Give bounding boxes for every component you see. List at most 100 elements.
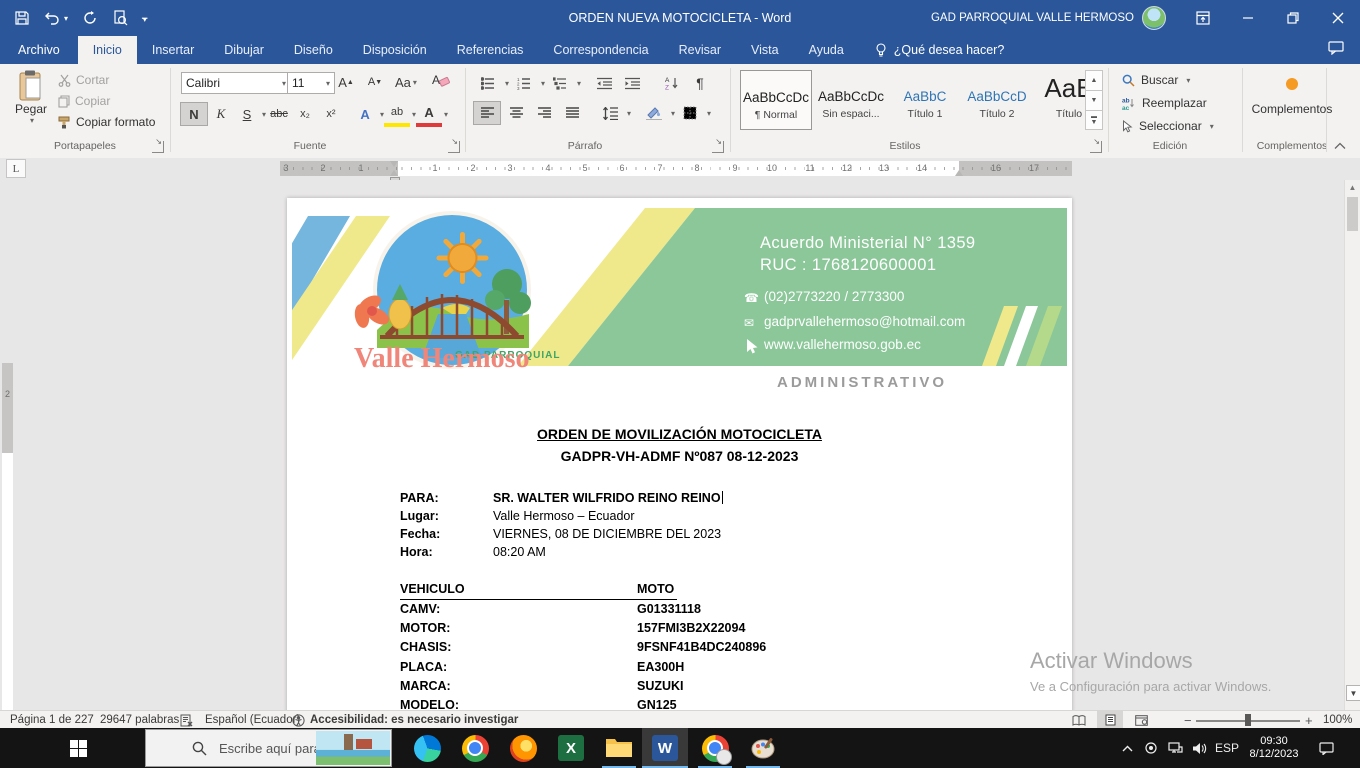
- taskbar-file-explorer[interactable]: [596, 728, 642, 768]
- redo-button[interactable]: [82, 10, 98, 26]
- page-indicator[interactable]: Página 1 de 227: [10, 711, 94, 729]
- paste-button[interactable]: Pegar ▾: [10, 70, 52, 125]
- collapse-ribbon-icon[interactable]: [1334, 142, 1346, 150]
- right-indent-marker[interactable]: [955, 170, 963, 176]
- taskbar-edge[interactable]: [404, 728, 450, 768]
- web-layout-button[interactable]: [1128, 711, 1154, 729]
- horizontal-ruler[interactable]: 3 2 1 1 2 3 4 5 6 7 8 9 10 11 12 13 14 1…: [280, 161, 1072, 176]
- styles-gallery-more-icon[interactable]: ▬▼: [1085, 110, 1103, 130]
- restore-button[interactable]: [1270, 0, 1315, 36]
- change-case-button[interactable]: Aa▾: [392, 71, 420, 93]
- style-titulo-1[interactable]: AaBbCTítulo 1: [890, 70, 960, 128]
- align-right-button[interactable]: [531, 102, 557, 124]
- styles-gallery-down-icon[interactable]: ▼: [1085, 90, 1103, 111]
- undo-button[interactable]: ▾: [44, 10, 68, 26]
- increase-indent-button[interactable]: [619, 72, 645, 94]
- action-center-icon[interactable]: [1312, 728, 1340, 768]
- clear-formatting-icon[interactable]: A: [432, 72, 450, 88]
- sort-button[interactable]: AZ: [659, 72, 685, 94]
- decrease-indent-button[interactable]: [591, 72, 617, 94]
- clipboard-dialog-launcher[interactable]: [152, 141, 164, 153]
- highlight-button[interactable]: ab: [384, 101, 410, 127]
- styles-gallery-up-icon[interactable]: ▲: [1085, 70, 1103, 91]
- document-page[interactable]: GAD PARROQUIAL Valle Hermoso Acuerdo Min…: [287, 198, 1072, 710]
- language-tray[interactable]: ESP: [1212, 728, 1242, 768]
- vertical-ruler[interactable]: 2: [2, 363, 13, 710]
- underline-button[interactable]: S: [234, 103, 260, 125]
- grow-font-button[interactable]: A▲: [333, 71, 359, 93]
- first-line-indent-marker[interactable]: [390, 161, 398, 167]
- ribbon-display-options-icon[interactable]: [1180, 0, 1225, 36]
- taskbar-chrome[interactable]: [452, 728, 498, 768]
- taskbar-firefox[interactable]: [500, 728, 546, 768]
- tab-ayuda[interactable]: Ayuda: [794, 36, 859, 64]
- style-sin-espaciado[interactable]: AaBbCcDcSin espaci...: [816, 70, 886, 128]
- font-size-select[interactable]: 11▾: [287, 72, 335, 94]
- tab-insertar[interactable]: Insertar: [137, 36, 209, 64]
- read-mode-button[interactable]: [1066, 711, 1092, 729]
- align-left-button[interactable]: [473, 101, 501, 125]
- accessibility-status[interactable]: Accesibilidad: es necesario investigar: [292, 711, 518, 729]
- tab-diseno[interactable]: Diseño: [279, 36, 348, 64]
- tab-referencias[interactable]: Referencias: [442, 36, 539, 64]
- tab-disposicion[interactable]: Disposición: [348, 36, 442, 64]
- strikethrough-button[interactable]: abc: [266, 103, 292, 125]
- tell-me-box[interactable]: ¿Qué desea hacer?: [859, 36, 1005, 64]
- bullets-button[interactable]: [475, 72, 501, 94]
- shrink-font-button[interactable]: A▼: [362, 71, 388, 93]
- borders-button[interactable]: [677, 102, 703, 124]
- font-family-select[interactable]: Calibri▾: [181, 72, 291, 94]
- show-marks-button[interactable]: ¶: [687, 72, 713, 94]
- customize-qat-icon[interactable]: ▁▾: [142, 13, 147, 23]
- vertical-scrollbar[interactable]: ▲ ▼: [1344, 180, 1360, 710]
- print-layout-button[interactable]: [1097, 711, 1123, 729]
- find-button[interactable]: Buscar▾: [1122, 73, 1190, 87]
- text-effects-button[interactable]: A: [352, 103, 378, 125]
- taskbar-chrome-profile[interactable]: [692, 728, 738, 768]
- bold-button[interactable]: N: [180, 102, 208, 126]
- addins-button[interactable]: Complementos: [1248, 72, 1336, 116]
- word-count[interactable]: 29647 palabras: [100, 711, 179, 729]
- line-spacing-button[interactable]: [597, 102, 623, 124]
- replace-button[interactable]: abac Reemplazar: [1122, 96, 1207, 110]
- tab-revisar[interactable]: Revisar: [664, 36, 736, 64]
- taskbar-paint[interactable]: [740, 728, 786, 768]
- network-icon[interactable]: [1164, 728, 1186, 768]
- format-painter-button[interactable]: Copiar formato: [58, 115, 155, 129]
- tab-stop-selector[interactable]: L: [6, 159, 26, 178]
- select-button[interactable]: Seleccionar▾: [1122, 119, 1214, 133]
- tray-chevron-icon[interactable]: [1116, 728, 1138, 768]
- zoom-slider-handle[interactable]: [1245, 714, 1251, 726]
- undo-dropdown-icon[interactable]: ▾: [64, 14, 68, 23]
- scrollbar-thumb[interactable]: [1347, 197, 1358, 231]
- multilevel-list-button[interactable]: [547, 72, 573, 94]
- feedback-icon[interactable]: [1328, 41, 1344, 55]
- font-color-button[interactable]: A: [416, 101, 442, 127]
- close-button[interactable]: [1315, 0, 1360, 36]
- styles-dialog-launcher[interactable]: [1090, 141, 1102, 153]
- taskbar-excel[interactable]: X: [548, 728, 594, 768]
- justify-button[interactable]: [559, 102, 585, 124]
- search-highlight-image[interactable]: [316, 731, 390, 765]
- tab-correspondencia[interactable]: Correspondencia: [538, 36, 663, 64]
- font-dialog-launcher[interactable]: [448, 141, 460, 153]
- paragraph-dialog-launcher[interactable]: [712, 141, 724, 153]
- subscript-button[interactable]: x₂: [292, 103, 318, 125]
- minimize-button[interactable]: [1225, 0, 1270, 36]
- tab-vista[interactable]: Vista: [736, 36, 794, 64]
- volume-icon[interactable]: [1188, 728, 1210, 768]
- next-page-icon[interactable]: ▼: [1346, 685, 1360, 701]
- taskbar-word[interactable]: W: [642, 728, 688, 768]
- scroll-up-icon[interactable]: ▲: [1345, 180, 1360, 195]
- print-preview-icon[interactable]: [112, 10, 128, 26]
- style-normal[interactable]: AaBbCcDc¶ Normal: [740, 70, 812, 130]
- start-button[interactable]: [58, 728, 98, 768]
- zoom-level[interactable]: 100%: [1323, 711, 1352, 729]
- save-icon[interactable]: [14, 10, 30, 26]
- numbering-button[interactable]: 123: [511, 72, 537, 94]
- language-indicator[interactable]: Español (Ecuador): [205, 711, 300, 729]
- tab-dibujar[interactable]: Dibujar: [209, 36, 279, 64]
- tab-inicio[interactable]: Inicio: [78, 36, 137, 64]
- taskbar-search-input[interactable]: Escribe aquí para buscar: [145, 729, 392, 767]
- hanging-indent-marker[interactable]: [390, 170, 398, 176]
